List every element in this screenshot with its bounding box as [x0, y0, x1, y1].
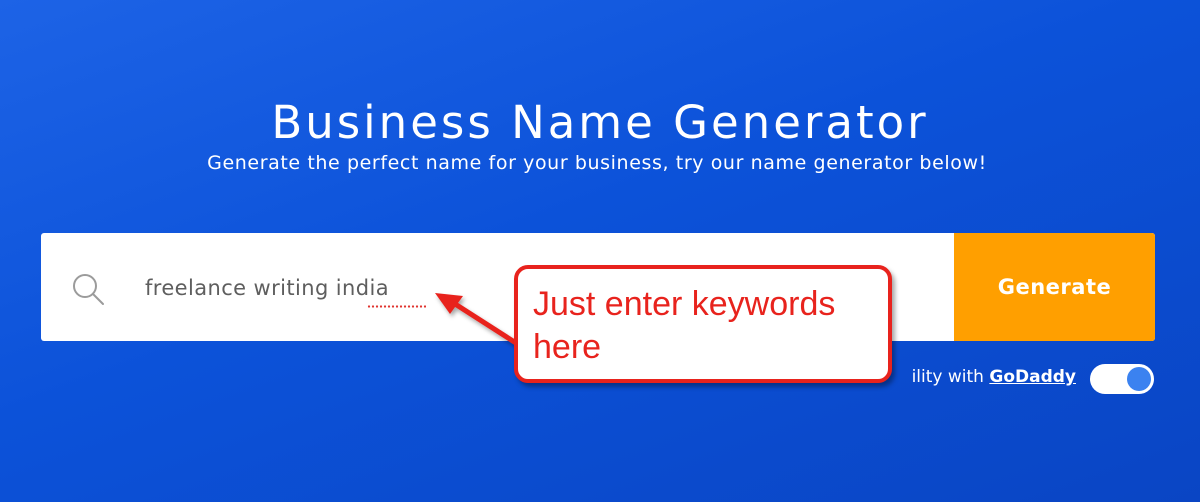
annotation-text: Just enter keywords here: [533, 285, 836, 366]
toggle-knob: [1127, 367, 1151, 391]
availability-row: ility with GoDaddy: [912, 367, 1076, 387]
availability-toggle[interactable]: [1090, 364, 1154, 394]
page-title: Business Name Generator: [271, 96, 929, 150]
page-subtitle: Generate the perfect name for your busin…: [207, 152, 987, 174]
annotation-callout: Just enter keywords here: [514, 265, 892, 383]
availability-label: ility with: [911, 367, 984, 387]
godaddy-link[interactable]: GoDaddy: [989, 367, 1076, 387]
search-input[interactable]: [145, 268, 565, 308]
search-icon: [73, 274, 104, 305]
spellcheck-underline: [367, 305, 426, 308]
generate-button[interactable]: Generate: [954, 233, 1155, 341]
